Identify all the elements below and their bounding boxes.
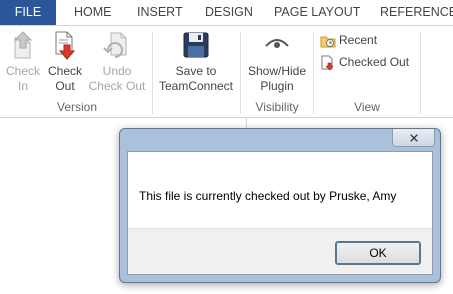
show-hide-plugin-button[interactable]: Show/Hide Plugin xyxy=(244,30,310,94)
check-in-button[interactable]: Check In xyxy=(4,30,42,94)
tab-home[interactable]: HOME xyxy=(74,0,112,25)
check-out-button[interactable]: Check Out xyxy=(46,30,84,94)
undo-check-out-icon xyxy=(103,32,127,58)
check-out-icon xyxy=(55,31,76,60)
save-to-label-2: TeamConnect xyxy=(158,79,234,93)
visibility-group-label: Visibility xyxy=(255,100,299,114)
show-hide-label-2: Plugin xyxy=(260,79,294,93)
group-separator xyxy=(152,32,153,114)
undo-check-out-label-1: Undo xyxy=(102,64,132,78)
close-icon xyxy=(409,134,418,142)
save-to-teamconnect-button[interactable]: Save to TeamConnect xyxy=(156,30,236,94)
check-in-icon xyxy=(13,31,33,59)
view-group-label: View xyxy=(354,100,380,114)
dialog-close-button[interactable] xyxy=(392,129,435,147)
check-out-label-1: Check xyxy=(47,64,82,78)
check-out-label-2: Out xyxy=(55,79,75,93)
dialog-button-area: OK xyxy=(128,228,432,274)
undo-check-out-button[interactable]: Undo Check Out xyxy=(88,30,146,94)
tab-insert[interactable]: INSERT xyxy=(137,0,183,25)
save-to-label-1: Save to xyxy=(175,64,217,78)
floppy-disk-icon xyxy=(183,32,209,58)
dialog-message: This file is currently checked out by Pr… xyxy=(139,189,397,203)
recent-label: Recent xyxy=(339,33,378,47)
group-separator xyxy=(313,32,314,114)
check-in-label-2: In xyxy=(17,79,28,93)
recent-button[interactable]: Recent xyxy=(320,31,377,49)
checked-out-document-icon xyxy=(321,55,334,71)
ribbon-tab-bar: FILE HOME INSERT DESIGN PAGE LAYOUT REFE… xyxy=(0,0,453,26)
eye-icon xyxy=(265,39,289,48)
version-group-label: Version xyxy=(56,100,98,114)
tab-page-layout[interactable]: PAGE LAYOUT xyxy=(274,0,360,25)
checked-out-label: Checked Out xyxy=(339,55,410,69)
tab-design[interactable]: DESIGN xyxy=(205,0,253,25)
group-separator xyxy=(240,32,241,114)
dialog-content: This file is currently checked out by Pr… xyxy=(127,151,433,275)
ok-button[interactable]: OK xyxy=(335,241,421,265)
group-separator xyxy=(420,32,421,114)
check-in-label-1: Check xyxy=(5,64,40,78)
ribbon: Check In Check Out Undo Check Out Versio… xyxy=(0,26,453,118)
checked-out-button[interactable]: Checked Out xyxy=(320,53,409,71)
undo-check-out-label-2: Check Out xyxy=(88,79,146,93)
message-dialog: This file is currently checked out by Pr… xyxy=(119,128,441,283)
dialog-message-area: This file is currently checked out by Pr… xyxy=(128,152,432,228)
show-hide-label-1: Show/Hide xyxy=(247,64,307,78)
folder-icon xyxy=(320,36,336,48)
tab-references[interactable]: REFERENCES xyxy=(380,0,453,25)
dialog-titlebar[interactable] xyxy=(120,129,440,149)
tab-file[interactable]: FILE xyxy=(0,0,56,25)
